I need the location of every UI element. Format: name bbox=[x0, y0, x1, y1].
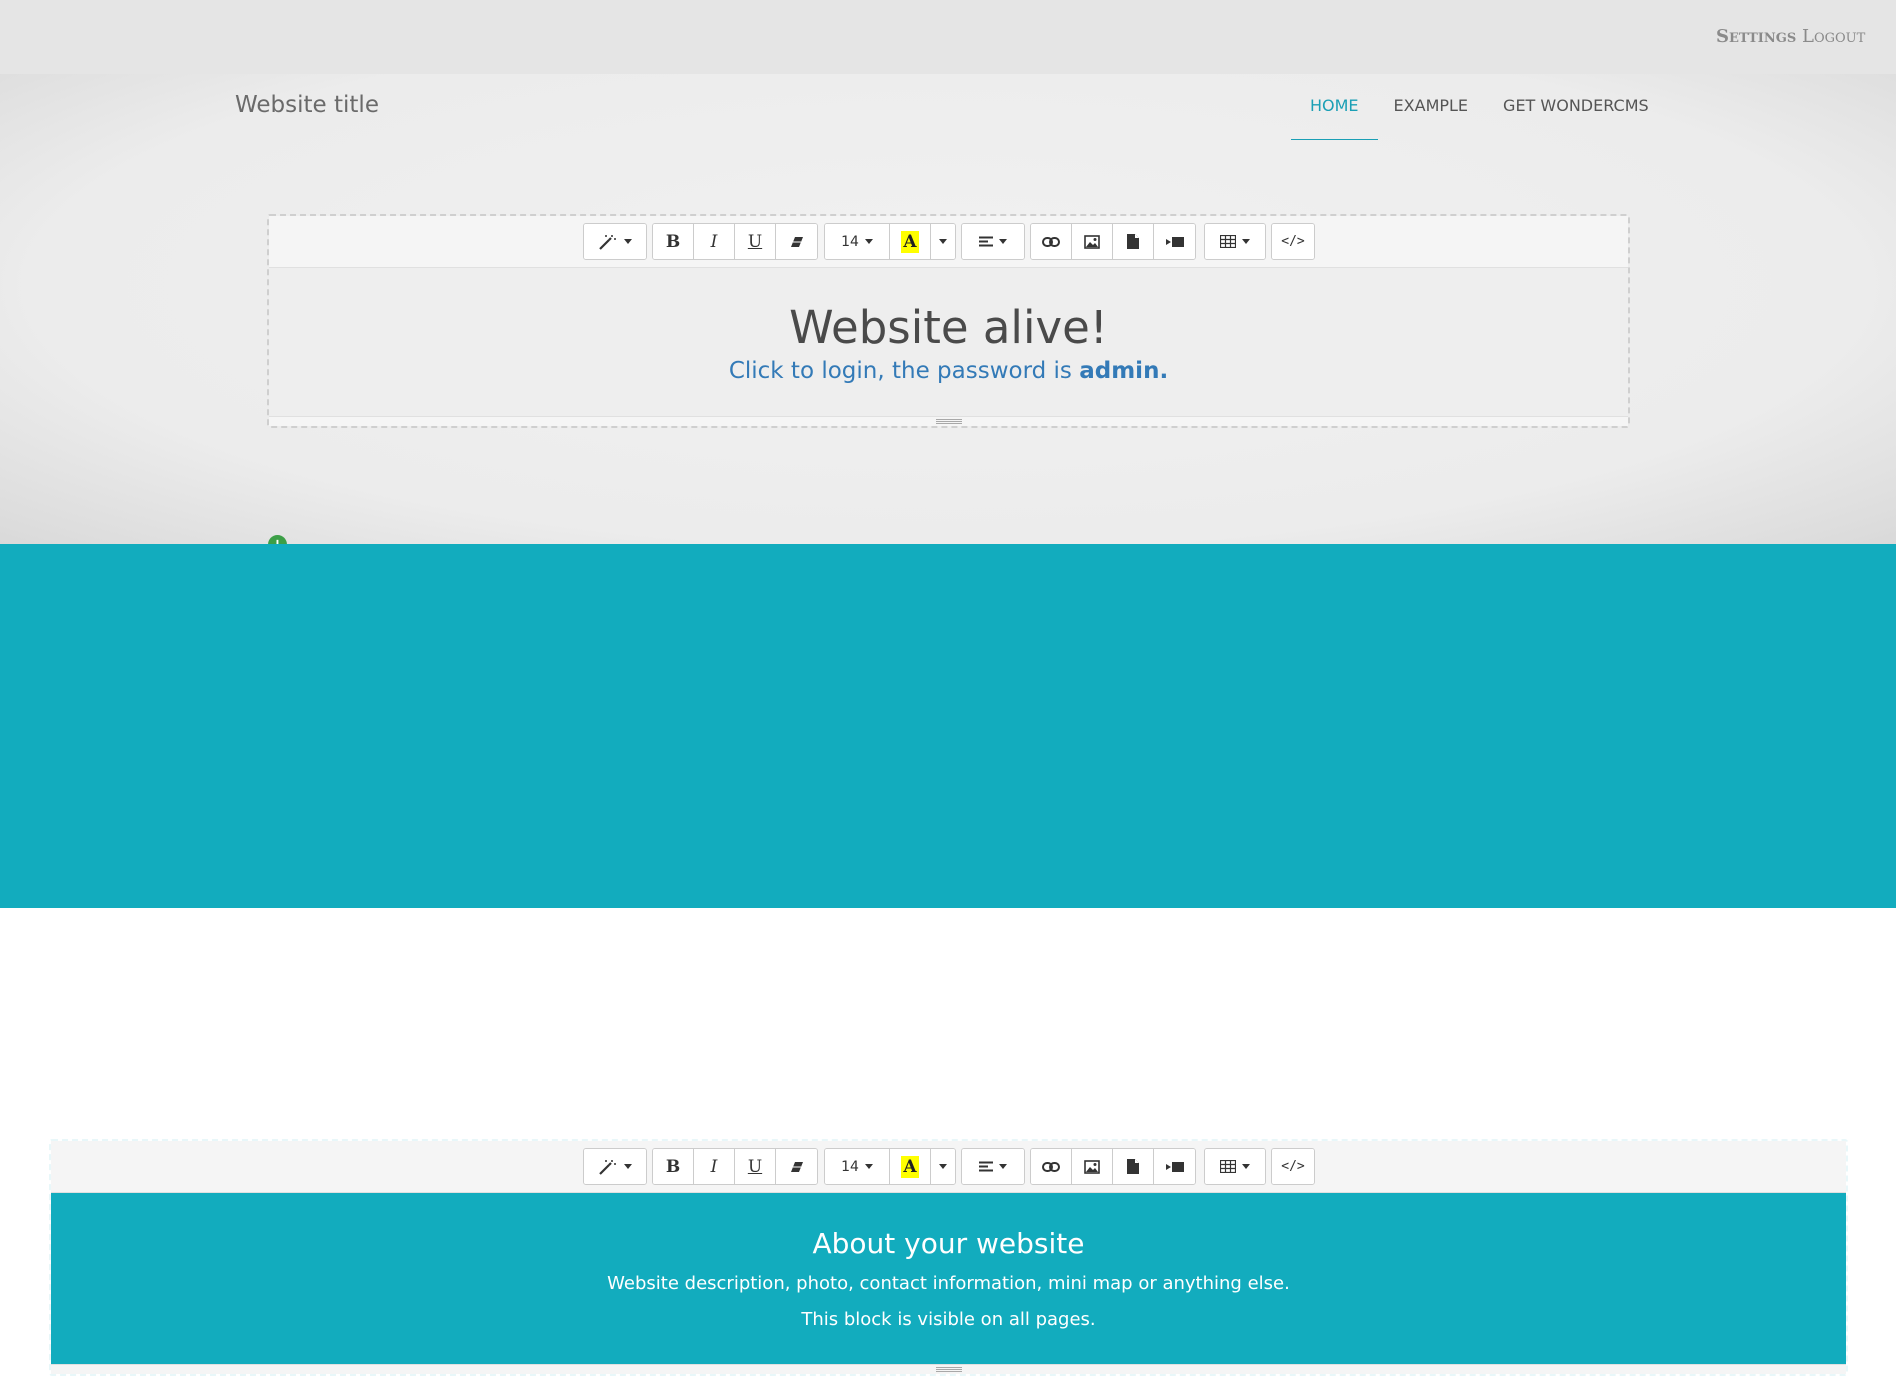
highlight-color-icon: A bbox=[901, 1155, 919, 1178]
settings-link[interactable]: Settings bbox=[1716, 26, 1796, 47]
magic-wand-icon bbox=[598, 234, 618, 250]
resize-grip-icon[interactable] bbox=[935, 1367, 962, 1372]
image-button[interactable] bbox=[1072, 1149, 1113, 1184]
code-view-icon: </> bbox=[1281, 1159, 1305, 1174]
file-icon bbox=[1127, 1159, 1139, 1174]
nav-item-example[interactable]: EXAMPLE bbox=[1378, 74, 1485, 140]
toolbar-table-group bbox=[1204, 1148, 1266, 1185]
toolbar-style-group bbox=[583, 223, 647, 260]
toolbar-view-group: </> bbox=[1271, 223, 1315, 260]
font-size-dropdown[interactable]: 14 bbox=[825, 1149, 890, 1184]
link-button[interactable] bbox=[1031, 1149, 1072, 1184]
clear-format-button[interactable] bbox=[776, 1149, 817, 1184]
toolbar-paragraph-group bbox=[961, 223, 1025, 260]
magic-wand-icon bbox=[598, 1159, 618, 1175]
table-dropdown[interactable] bbox=[1205, 224, 1265, 259]
toolbar-table-group bbox=[1204, 223, 1266, 260]
align-left-icon bbox=[979, 236, 993, 247]
file-icon bbox=[1127, 234, 1139, 249]
hero-subtitle: Click to login, the password is admin. bbox=[269, 358, 1628, 384]
align-left-icon bbox=[979, 1161, 993, 1172]
underline-button[interactable]: U bbox=[735, 224, 776, 259]
hero-password: admin. bbox=[1079, 358, 1169, 384]
editor-toolbar: B I U 14 A </> bbox=[269, 216, 1628, 268]
magic-wand-button[interactable] bbox=[584, 224, 646, 259]
editor-resize-bar[interactable] bbox=[51, 1364, 1846, 1374]
magic-wand-button[interactable] bbox=[584, 1149, 646, 1184]
footer-editable-content[interactable]: About your website Website description, … bbox=[51, 1193, 1846, 1364]
footer-visibility-note: This block is visible on all pages. bbox=[801, 1309, 1096, 1330]
italic-button[interactable]: I bbox=[694, 1149, 735, 1184]
toolbar-view-group: </> bbox=[1271, 1148, 1315, 1185]
eraser-icon bbox=[790, 1161, 804, 1173]
code-view-button[interactable]: </> bbox=[1272, 1149, 1314, 1184]
code-view-button[interactable]: </> bbox=[1272, 224, 1314, 259]
link-icon bbox=[1042, 236, 1060, 248]
font-size-value: 14 bbox=[841, 1158, 859, 1175]
editor-toolbar: B I U 14 A </> bbox=[51, 1141, 1846, 1193]
link-button[interactable] bbox=[1031, 224, 1072, 259]
video-button[interactable] bbox=[1154, 224, 1195, 259]
image-icon bbox=[1084, 1159, 1100, 1174]
paragraph-align-dropdown[interactable] bbox=[962, 224, 1024, 259]
video-icon bbox=[1165, 1161, 1184, 1172]
underline-button[interactable]: U bbox=[735, 1149, 776, 1184]
nav-item-get-wondercms[interactable]: GET WONDERCMS bbox=[1484, 74, 1668, 140]
hero-section: Website title HOME EXAMPLE GET WONDERCMS… bbox=[0, 74, 1896, 554]
toolbar-paragraph-group bbox=[961, 1148, 1025, 1185]
eraser-icon bbox=[790, 236, 804, 248]
logout-link[interactable]: Logout bbox=[1802, 26, 1865, 47]
editor-resize-bar[interactable] bbox=[269, 416, 1628, 426]
font-size-dropdown[interactable]: 14 bbox=[825, 224, 890, 259]
main-nav: HOME EXAMPLE GET WONDERCMS bbox=[1291, 74, 1668, 140]
toolbar-format-group: B I U bbox=[652, 223, 818, 260]
resize-grip-icon[interactable] bbox=[935, 419, 962, 424]
table-icon bbox=[1220, 1160, 1236, 1173]
clear-format-button[interactable] bbox=[776, 224, 817, 259]
code-view-icon: </> bbox=[1281, 234, 1305, 249]
italic-button[interactable]: I bbox=[694, 224, 735, 259]
font-size-value: 14 bbox=[841, 233, 859, 250]
image-button[interactable] bbox=[1072, 224, 1113, 259]
footer-heading: About your website bbox=[812, 1227, 1085, 1260]
nav-item-home[interactable]: HOME bbox=[1291, 74, 1378, 140]
site-title[interactable]: Website title bbox=[235, 92, 379, 118]
toolbar-insert-group bbox=[1030, 223, 1196, 260]
toolbar-style-group bbox=[583, 1148, 647, 1185]
image-icon bbox=[1084, 234, 1100, 249]
highlight-color-button[interactable]: A bbox=[890, 224, 931, 259]
bold-button[interactable]: B bbox=[653, 224, 694, 259]
footer-content-editor[interactable]: B I U 14 A </> About your website Websit… bbox=[49, 1139, 1848, 1376]
footer-section: B I U 14 A </> About your website Websit… bbox=[0, 544, 1896, 1376]
hero-editable-content[interactable]: Website alive! Click to login, the passw… bbox=[269, 268, 1628, 418]
hero-content-editor[interactable]: B I U 14 A </> Website alive! Click to l… bbox=[267, 214, 1630, 428]
link-icon bbox=[1042, 1161, 1060, 1173]
highlight-color-button[interactable]: A bbox=[890, 1149, 931, 1184]
file-button[interactable] bbox=[1113, 1149, 1154, 1184]
video-button[interactable] bbox=[1154, 1149, 1195, 1184]
footer-description: Website description, photo, contact info… bbox=[607, 1273, 1290, 1294]
toolbar-insert-group bbox=[1030, 1148, 1196, 1185]
table-dropdown[interactable] bbox=[1205, 1149, 1265, 1184]
admin-bar: Settings Logout bbox=[0, 0, 1896, 74]
paragraph-align-dropdown[interactable] bbox=[962, 1149, 1024, 1184]
toolbar-font-group: 14 A bbox=[824, 1148, 956, 1185]
hero-subtitle-text: Click to login, the password is bbox=[728, 358, 1080, 384]
color-dropdown-caret[interactable] bbox=[931, 1149, 955, 1184]
color-dropdown-caret[interactable] bbox=[931, 224, 955, 259]
highlight-color-icon: A bbox=[901, 230, 919, 253]
hero-heading: Website alive! bbox=[789, 301, 1108, 354]
toolbar-format-group: B I U bbox=[652, 1148, 818, 1185]
video-icon bbox=[1165, 236, 1184, 247]
table-icon bbox=[1220, 235, 1236, 248]
file-button[interactable] bbox=[1113, 224, 1154, 259]
toolbar-font-group: 14 A bbox=[824, 223, 956, 260]
bold-button[interactable]: B bbox=[653, 1149, 694, 1184]
